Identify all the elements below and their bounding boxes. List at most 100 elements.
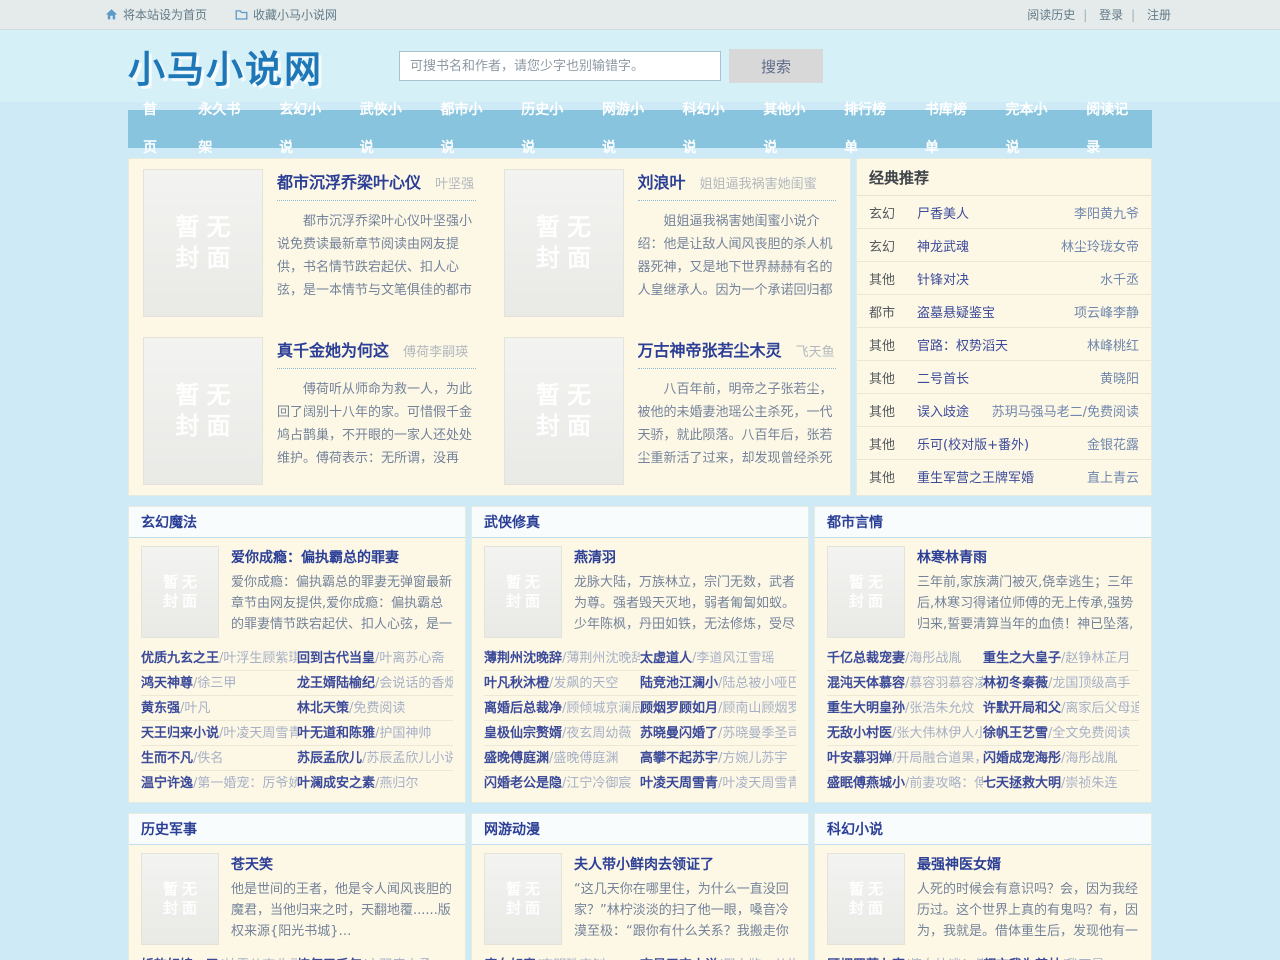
section-title: 武侠修真	[484, 515, 540, 531]
book-link[interactable]: 龙王婿陆榆纪	[297, 676, 375, 691]
book-link[interactable]: 针锋对决	[917, 269, 1094, 288]
book-link[interactable]: 千亿总裁宠妻	[827, 651, 905, 666]
book-link[interactable]: 盗墓悬疑鉴宝	[917, 302, 1068, 321]
book-link[interactable]: 无敌小村医	[827, 726, 892, 741]
no-cover-placeholder: 暂无封面	[163, 880, 197, 919]
book-link[interactable]: 盛眠傅燕城小	[827, 776, 905, 791]
book-link[interactable]: 二号首长	[917, 368, 1094, 387]
favorite-link[interactable]: 收藏小马小说网	[235, 6, 337, 23]
book-link[interactable]: 叶凡秋沐橙	[484, 676, 549, 691]
book-link[interactable]: 闪婚老公是隐	[484, 776, 562, 791]
nav-item[interactable]: 排行榜单	[829, 91, 910, 167]
book-link[interactable]: 离婚后总裁净	[484, 701, 562, 716]
book-link[interactable]: 薄荆州沈晚辞	[484, 651, 562, 666]
book-list-row: 生而不凡佚名 苏辰孟欣儿苏辰孟欣儿小说	[141, 746, 453, 771]
book-cover[interactable]: 暂无封面	[484, 546, 562, 638]
book-cover[interactable]: 暂无封面	[143, 337, 263, 485]
book-link[interactable]: 皇极仙宗赘婿	[484, 726, 562, 741]
book-link[interactable]: 温宁许逸	[141, 776, 193, 791]
book-link[interactable]: 生而不凡	[141, 751, 193, 766]
login-link[interactable]: 登录	[1079, 6, 1127, 23]
book-subtitle: 第一婚宠：厉爷娇	[193, 776, 297, 791]
search-bar: 搜索	[399, 49, 823, 83]
book-link[interactable]: 神龙武魂	[917, 236, 1055, 255]
book-title[interactable]: 夫人带小鲜肉去领证了	[574, 854, 796, 874]
book-subtitle: 护国神帅	[375, 726, 431, 741]
book-cover[interactable]: 暂无封面	[143, 169, 263, 317]
book-link[interactable]: 林初冬秦薇	[983, 676, 1048, 691]
book-link[interactable]: 叶无道和陈雅	[297, 726, 375, 741]
book-title-row: 都市沉浮乔梁叶心仪 叶坚强	[277, 169, 476, 201]
book-title[interactable]: 爱你成瘾：偏执霸总的罪妻	[231, 547, 453, 567]
book-link[interactable]: 林北天策	[297, 701, 349, 716]
book-link[interactable]: 许默开局和父	[983, 701, 1061, 716]
set-home-link[interactable]: 将本站设为首页	[105, 6, 207, 23]
book-link[interactable]: 误入歧途	[917, 401, 986, 420]
book-link[interactable]: 盛晚傅庭渊	[484, 751, 549, 766]
site-logo[interactable]: 小马小说网	[128, 39, 323, 93]
category-sections-top: 玄幻魔法 暂无封面 爱你成瘾：偏执霸总的罪妻 爱你成瘾：偏执霸总的罪妻无弹窗最新…	[128, 506, 1152, 803]
book-link[interactable]: 徐帆王艺雪	[983, 726, 1048, 741]
book-link[interactable]: 太虚道人	[640, 651, 692, 666]
nav-item[interactable]: 科幻小说	[668, 91, 749, 167]
book-link[interactable]: 陆竞池江澜小	[640, 676, 718, 691]
nav-item[interactable]: 都市小说	[426, 91, 507, 167]
book-link[interactable]: 七天拯救大明	[983, 776, 1061, 791]
book-title[interactable]: 最强神医女婿	[917, 854, 1139, 874]
book-link[interactable]: 重生军营之王牌军婚	[917, 467, 1081, 486]
nav-item[interactable]: 历史小说	[506, 91, 587, 167]
book-category: 其他	[869, 269, 917, 288]
book-subtitle: 叶浮生顾紫琪	[219, 651, 297, 666]
book-title[interactable]: 林寒林青雨	[917, 547, 1139, 567]
book-cover[interactable]: 暂无封面	[827, 546, 905, 638]
search-input[interactable]	[399, 51, 721, 81]
book-title[interactable]: 都市沉浮乔梁叶心仪	[277, 173, 421, 192]
book-link[interactable]: 闪婚成宠海彤	[983, 751, 1061, 766]
nav-item[interactable]: 书库榜单	[910, 91, 991, 167]
book-link[interactable]: 高攀不起苏宇	[640, 751, 718, 766]
book-link[interactable]: 重生之大皇子	[983, 651, 1061, 666]
book-link[interactable]: 叶凌天周雪青	[640, 776, 718, 791]
book-link[interactable]: 叶澜成安之素	[297, 776, 375, 791]
book-link[interactable]: 天王归来小说	[141, 726, 219, 741]
book-link[interactable]: 优质九玄之王	[141, 651, 219, 666]
reading-history-link[interactable]: 阅读历史	[1023, 6, 1079, 23]
book-cover[interactable]: 暂无封面	[504, 169, 624, 317]
book-title[interactable]: 燕清羽	[574, 547, 796, 567]
book-cover[interactable]: 暂无封面	[504, 337, 624, 485]
nav-item[interactable]: 武侠小说	[345, 91, 426, 167]
book-link[interactable]: 顾烟罗顾如月	[640, 701, 718, 716]
book-link[interactable]: 苏晓曼闪婚了	[640, 726, 718, 741]
book-link[interactable]: 叶安慕羽婵	[827, 751, 892, 766]
book-subtitle: 发飙的天空	[549, 676, 618, 691]
register-link[interactable]: 注册	[1127, 6, 1175, 23]
book-title[interactable]: 苍天笑	[231, 854, 453, 874]
book-link[interactable]: 官路：权势滔天	[917, 335, 1081, 354]
book-cover[interactable]: 暂无封面	[141, 853, 219, 945]
nav-item[interactable]: 完本小说	[991, 91, 1072, 167]
nav-item[interactable]: 永久书架	[183, 91, 264, 167]
nav-item[interactable]: 其他小说	[748, 91, 829, 167]
section-featured-book: 暂无封面 最强神医女婿 人死的时候会有意识吗？会，因为我经历过。这个世界上真的有…	[815, 845, 1151, 953]
book-title[interactable]: 刘浪叶	[638, 173, 686, 192]
nav-item[interactable]: 玄幻小说	[264, 91, 345, 167]
nav-item[interactable]: 阅读记录	[1071, 91, 1152, 167]
book-link[interactable]: 重生大明皇孙	[827, 701, 905, 716]
nav-item[interactable]: 网游小说	[587, 91, 668, 167]
book-link[interactable]: 回到古代当皇	[297, 651, 375, 666]
book-title[interactable]: 真千金她为何这	[277, 341, 389, 360]
book-link[interactable]: 尸香美人	[917, 203, 1068, 222]
book-list-row: 温宁许逸第一婚宠：厉爷娇 叶澜成安之素燕归尔	[141, 771, 453, 796]
book-cover[interactable]: 暂无封面	[141, 546, 219, 638]
nav-item[interactable]: 首页	[128, 91, 183, 167]
book-link[interactable]: 黄东强	[141, 701, 180, 716]
book-link[interactable]: 混沌天体慕容	[827, 676, 905, 691]
book-link[interactable]: 鸿天神尊	[141, 676, 193, 691]
book-title[interactable]: 万古神帝张若尘木灵	[638, 341, 782, 360]
search-button[interactable]: 搜索	[729, 49, 823, 83]
book-link[interactable]: 乐可(校对版+番外)	[917, 434, 1081, 453]
book-link[interactable]: 苏辰孟欣儿	[297, 751, 362, 766]
book-cover[interactable]: 暂无封面	[484, 853, 562, 945]
book-cover[interactable]: 暂无封面	[827, 853, 905, 945]
section-title: 科幻小说	[827, 822, 883, 838]
